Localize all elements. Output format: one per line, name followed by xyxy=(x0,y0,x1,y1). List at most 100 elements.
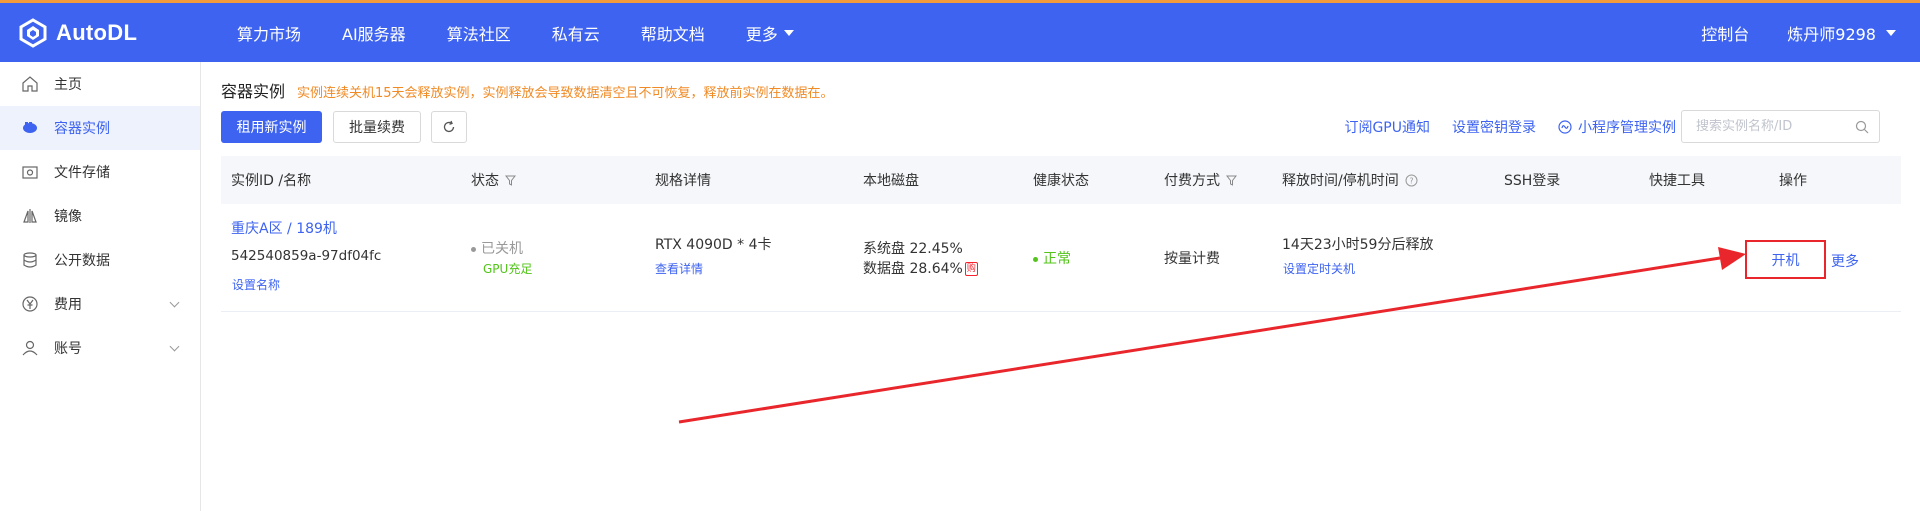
search-icon[interactable] xyxy=(1855,120,1869,134)
autodl-logo-icon xyxy=(19,17,47,48)
col-status-label: 状态 xyxy=(471,173,499,189)
data-disk-text: 数据盘 28.64% xyxy=(863,261,963,277)
subscribe-gpu-notify-link[interactable]: 订阅GPU通知 xyxy=(1344,117,1430,137)
mini-program-label: 小程序管理实例 xyxy=(1578,120,1676,136)
console-link[interactable]: 控制台 xyxy=(1701,21,1749,45)
rent-new-instance-button[interactable]: 租用新实例 xyxy=(221,111,322,143)
caret-down-icon xyxy=(1886,29,1896,36)
health-dot xyxy=(1033,256,1038,262)
nav-private-cloud[interactable]: 私有云 xyxy=(552,21,600,45)
top-navbar: AutoDL 算力市场 AI服务器 算法社区 私有云 帮助文档 更多 控制台 炼… xyxy=(0,0,1920,62)
table-row: 重庆A区 / 189机 542540859a-97df04fc 设置名称 已关机… xyxy=(221,204,1901,312)
col-release-time: 释放时间/停机时间 ? xyxy=(1282,170,1418,190)
sidebar-item-label: 费用 xyxy=(54,297,82,313)
view-detail-link[interactable]: 查看详情 xyxy=(655,260,703,277)
system-disk-usage: 系统盘 22.45% xyxy=(863,241,963,257)
col-instance-id: 实例ID /名称 xyxy=(231,173,312,189)
sidebar-item-file-storage[interactable]: 文件存储 xyxy=(0,150,200,194)
page-title: 容器实例 xyxy=(221,82,286,101)
nav-algorithm-community[interactable]: 算法社区 xyxy=(447,21,511,45)
chevron-down-icon xyxy=(169,341,180,352)
logo-text: AutoDL xyxy=(56,19,138,45)
col-billing[interactable]: 付费方式 xyxy=(1164,170,1237,190)
sidebar-item-account[interactable]: 账号 xyxy=(0,326,200,370)
col-actions: 操作 xyxy=(1779,173,1807,189)
search-box xyxy=(1681,110,1880,143)
nav-ai-server[interactable]: AI服务器 xyxy=(342,21,406,45)
sidebar-item-label: 容器实例 xyxy=(54,121,110,137)
set-timed-shutdown-link[interactable]: 设置定时关机 xyxy=(1283,260,1355,277)
table-header: 实例ID /名称 状态 规格详情 本地磁盘 健康状态 付费方式 释放时间/停机时… xyxy=(221,156,1901,204)
status-text: 已关机 xyxy=(481,241,523,257)
instances-table: 实例ID /名称 状态 规格详情 本地磁盘 健康状态 付费方式 释放时间/停机时… xyxy=(221,156,1901,312)
help-icon[interactable]: ? xyxy=(1405,174,1418,187)
release-warning: 实例连续关机15天会释放实例，实例释放会导致数据清空且不可恢复，释放前实例在数据… xyxy=(297,86,834,101)
col-quick-tools: 快捷工具 xyxy=(1649,173,1705,189)
col-health: 健康状态 xyxy=(1033,173,1089,189)
filter-icon[interactable] xyxy=(505,175,516,186)
nav-help-docs[interactable]: 帮助文档 xyxy=(641,21,705,45)
caret-down-icon xyxy=(783,29,794,36)
sidebar-item-public-data[interactable]: 公开数据 xyxy=(0,238,200,282)
home-icon xyxy=(20,74,40,94)
set-name-link[interactable]: 设置名称 xyxy=(232,276,280,293)
status-badge: 已关机 xyxy=(471,238,523,258)
data-disk-usage: 数据盘 28.64% 购 xyxy=(863,258,978,278)
batch-renew-button[interactable]: 批量续费 xyxy=(333,111,421,143)
sidebar-item-billing[interactable]: 费用 xyxy=(0,282,200,326)
yen-icon xyxy=(20,294,40,314)
health-status: 正常 xyxy=(1033,248,1071,268)
nav-more-label: 更多 xyxy=(745,24,778,44)
search-input[interactable] xyxy=(1696,119,1846,134)
sidebar-item-label: 镜像 xyxy=(54,209,82,225)
chevron-down-icon xyxy=(169,297,180,308)
billing-method: 按量计费 xyxy=(1164,251,1220,267)
more-actions-link[interactable]: 更多 xyxy=(1831,251,1859,271)
svg-text:?: ? xyxy=(1409,176,1413,185)
sidebar-item-label: 主页 xyxy=(54,77,82,93)
user-menu[interactable]: 炼丹师9298 xyxy=(1787,21,1896,45)
health-text: 正常 xyxy=(1043,251,1071,267)
image-icon xyxy=(20,206,40,226)
main-nav: 算力市场 AI服务器 算法社区 私有云 帮助文档 更多 xyxy=(237,21,835,45)
main-content: 容器实例 实例连续关机15天会释放实例，实例释放会导致数据清空且不可恢复，释放前… xyxy=(221,62,1901,511)
container-icon xyxy=(20,118,40,138)
tool-links: 订阅GPU通知 设置密钥登录 小程序管理实例 xyxy=(1322,111,1676,143)
filter-icon[interactable] xyxy=(1226,175,1237,186)
title-row: 容器实例 实例连续关机15天会释放实例，实例释放会导致数据清空且不可恢复，释放前… xyxy=(221,78,834,102)
release-time: 14天23小时59分后释放 xyxy=(1282,237,1434,253)
sidebar-item-images[interactable]: 镜像 xyxy=(0,194,200,238)
nav-compute-market[interactable]: 算力市场 xyxy=(237,21,301,45)
set-key-login-link[interactable]: 设置密钥登录 xyxy=(1452,117,1536,137)
top-right: 控制台 炼丹师9298 xyxy=(1701,3,1896,62)
sidebar: 主页 容器实例 文件存储 镜像 公开数据 费用 账号 xyxy=(0,62,201,511)
col-billing-label: 付费方式 xyxy=(1164,173,1220,189)
mini-program-link[interactable]: 小程序管理实例 xyxy=(1558,117,1676,137)
col-release-time-label: 释放时间/停机时间 xyxy=(1282,173,1399,189)
sidebar-item-label: 公开数据 xyxy=(54,253,110,269)
sidebar-item-containers[interactable]: 容器实例 xyxy=(0,106,200,150)
status-dot xyxy=(471,246,476,252)
mini-program-icon xyxy=(1558,120,1572,134)
spec-text: RTX 4090D * 4卡 xyxy=(655,237,772,253)
sidebar-item-home[interactable]: 主页 xyxy=(0,62,200,106)
start-instance-button[interactable]: 开机 xyxy=(1745,240,1826,279)
refresh-button[interactable] xyxy=(431,111,467,143)
col-spec: 规格详情 xyxy=(655,173,711,189)
refresh-icon xyxy=(443,120,455,133)
instance-region-link[interactable]: 重庆A区 / 189机 xyxy=(231,218,337,238)
nav-more[interactable]: 更多 xyxy=(746,21,794,45)
col-local-disk: 本地磁盘 xyxy=(863,173,919,189)
database-icon xyxy=(20,250,40,270)
sidebar-item-label: 文件存储 xyxy=(54,165,110,181)
gpu-availability: GPU充足 xyxy=(483,262,533,276)
username: 炼丹师9298 xyxy=(1787,24,1876,44)
user-icon xyxy=(20,338,40,358)
instance-id: 542540859a-97df04fc xyxy=(231,248,382,264)
storage-icon xyxy=(20,162,40,182)
col-ssh-login: SSH登录 xyxy=(1504,173,1561,189)
sidebar-item-label: 账号 xyxy=(54,341,82,357)
logo[interactable]: AutoDL xyxy=(18,17,218,48)
col-status[interactable]: 状态 xyxy=(471,170,516,190)
purchase-badge[interactable]: 购 xyxy=(964,262,978,276)
